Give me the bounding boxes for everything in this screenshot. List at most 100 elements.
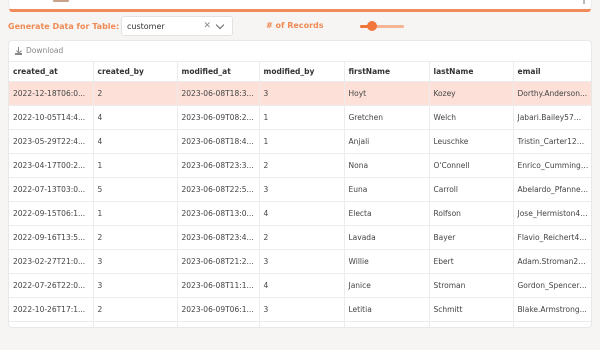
column-header[interactable]: email	[513, 61, 591, 82]
table-cell[interactable]: Hoyt	[344, 81, 430, 106]
table-cell[interactable]: 3	[259, 81, 345, 106]
table-row[interactable]: 2022-12-18T06:0... 2 2023-06-08T18:3... 3 Ho…	[9, 81, 591, 106]
column-header[interactable]: created_at	[9, 61, 94, 82]
table-cell[interactable]: Adam.Stroman28...	[513, 249, 591, 274]
table-cell[interactable]: 3	[93, 273, 178, 298]
table-cell[interactable]	[9, 321, 94, 327]
table-cell[interactable]: 4	[93, 129, 178, 154]
download-button[interactable]: Download	[15, 46, 63, 55]
table-cell[interactable]: Gordon_Spencer7...	[513, 273, 591, 298]
table-cell[interactable]	[177, 321, 260, 327]
column-header[interactable]: modified_at	[177, 61, 260, 82]
table-cell[interactable]: 4	[259, 273, 345, 298]
table-cell[interactable]: Electa	[344, 201, 430, 226]
table-cell[interactable]: Bayer	[429, 225, 514, 250]
table-row[interactable]: 2023-04-17T00:2... 1 2023-06-08T23:3... 2 No…	[9, 153, 591, 178]
table-cell[interactable]: 2	[259, 225, 345, 250]
table-cell[interactable]: 2023-05-29T22:4...	[9, 129, 94, 154]
table-cell[interactable]: 1	[259, 105, 345, 130]
column-header[interactable]: lastName	[429, 61, 514, 82]
column-header[interactable]: firstName	[344, 61, 430, 82]
table-cell[interactable]: 2022-12-18T06:0...	[9, 81, 94, 106]
table-cell[interactable]: Jose_Hermiston47...	[513, 201, 591, 226]
table-cell[interactable]: Jabari.Bailey57@h...	[513, 105, 591, 130]
table-row[interactable]: 2022-07-26T22:0... 3 2023-06-08T11:1... 4 Ja…	[9, 273, 591, 298]
table-cell[interactable]: 1	[259, 129, 345, 154]
chevron-down-icon[interactable]	[215, 20, 225, 29]
table-cell[interactable]	[93, 321, 178, 327]
table-select[interactable]: customer ✕	[121, 16, 233, 36]
table-cell[interactable]: 3	[259, 297, 345, 322]
table-cell[interactable]: Lavada	[344, 225, 430, 250]
table-cell[interactable]: Janice	[344, 273, 430, 298]
table-cell[interactable]: 1	[93, 153, 178, 178]
table-cell[interactable]: Stroman	[429, 273, 514, 298]
table-cell[interactable]: 2023-06-08T23:4...	[177, 225, 260, 250]
table-row[interactable]: 2022-07-13T03:0... 5 2023-06-08T22:5... 3 Eu…	[9, 177, 591, 202]
table-cell[interactable]	[259, 321, 345, 327]
table-cell[interactable]: O'Connell	[429, 153, 514, 178]
table-cell[interactable]: 2023-02-27T21:0...	[9, 249, 94, 274]
table-cell[interactable]: 3	[259, 249, 345, 274]
table-cell[interactable]: 2023-06-09T08:2...	[177, 105, 260, 130]
clear-icon[interactable]: ✕	[203, 21, 211, 31]
table-cell[interactable]: Abelardo_Pfanner...	[513, 177, 591, 202]
table-row[interactable]: 2023-02-27T21:0... 3 2023-06-08T21:2... 3 Wi…	[9, 249, 591, 274]
table-cell[interactable]	[429, 321, 514, 327]
table-cell[interactable]: 2022-09-15T06:1...	[9, 201, 94, 226]
table-cell[interactable]: 2023-06-08T18:3...	[177, 81, 260, 106]
table-cell[interactable]: 2023-06-08T13:0...	[177, 201, 260, 226]
table-cell[interactable]: Welch	[429, 105, 514, 130]
table-cell[interactable]: 2022-10-26T17:1...	[9, 297, 94, 322]
table-cell[interactable]: 2022-10-05T14:4...	[9, 105, 94, 130]
table-cell[interactable]: 2023-06-08T21:2...	[177, 249, 260, 274]
table-cell[interactable]: Tristin_Carter12@...	[513, 129, 591, 154]
table-cell[interactable]: 2	[259, 153, 345, 178]
table-cell[interactable]: Gretchen	[344, 105, 430, 130]
records-slider[interactable]	[360, 21, 404, 31]
table-cell[interactable]: 2	[93, 297, 178, 322]
table-cell[interactable]: Schmitt	[429, 297, 514, 322]
table-cell[interactable]: 2023-04-17T00:2...	[9, 153, 94, 178]
column-header[interactable]: modified_by	[259, 61, 345, 82]
table-cell[interactable]: 5	[93, 177, 178, 202]
table-row[interactable]: 2022-09-15T06:1... 1 2023-06-08T13:0... 4 El…	[9, 201, 591, 226]
table-cell[interactable]: 2023-06-08T11:1...	[177, 273, 260, 298]
table-cell[interactable]: Leuschke	[429, 129, 514, 154]
table-cell[interactable]: Letitia	[344, 297, 430, 322]
table-row[interactable]: 2022-10-26T17:1... 2 2023-06-09T06:1... 3 Le…	[9, 297, 591, 322]
table-cell[interactable]: Nona	[344, 153, 430, 178]
table-row[interactable]: 2022-09-16T13:5... 2 2023-06-08T23:4... 2 La…	[9, 225, 591, 250]
table-cell[interactable]: 3	[93, 249, 178, 274]
table-cell[interactable]: 2023-06-08T18:4...	[177, 129, 260, 154]
table-cell[interactable]	[344, 321, 430, 327]
table-cell[interactable]: Carroll	[429, 177, 514, 202]
table-cell[interactable]: 2	[93, 225, 178, 250]
collapse-handle-icon[interactable]	[53, 0, 69, 2]
table-cell[interactable]: Rolfson	[429, 201, 514, 226]
table-cell[interactable]: 2022-07-26T22:0...	[9, 273, 94, 298]
table-cell[interactable]: 2022-07-13T03:0...	[9, 177, 94, 202]
table-cell[interactable]: Willie	[344, 249, 430, 274]
table-row[interactable]	[9, 321, 591, 327]
table-cell[interactable]: Anjali	[344, 129, 430, 154]
table-cell[interactable]: Flavio_Reichert40...	[513, 225, 591, 250]
column-header[interactable]: created_by	[93, 61, 178, 82]
table-cell[interactable]: 2023-06-08T23:3...	[177, 153, 260, 178]
table-cell[interactable]: 2023-06-08T22:5...	[177, 177, 260, 202]
table-cell[interactable]: Euna	[344, 177, 430, 202]
table-cell[interactable]: 3	[259, 177, 345, 202]
slider-thumb[interactable]	[367, 21, 378, 31]
table-cell[interactable]: 4	[93, 105, 178, 130]
table-cell[interactable]: Enrico_Cummings...	[513, 153, 591, 178]
table-cell[interactable]: 4	[259, 201, 345, 226]
table-cell[interactable]: 1	[93, 201, 178, 226]
table-cell[interactable]: Dorthy.Anderson...	[513, 81, 591, 106]
table-row[interactable]: 2023-05-29T22:4... 4 2023-06-08T18:4... 1 An…	[9, 129, 591, 154]
table-cell[interactable]	[513, 321, 591, 327]
table-cell[interactable]: Ebert	[429, 249, 514, 274]
table-cell[interactable]: 2022-09-16T13:5...	[9, 225, 94, 250]
table-cell[interactable]: Kozey	[429, 81, 514, 106]
table-row[interactable]: 2022-10-05T14:4... 4 2023-06-09T08:2... 1 Gr…	[9, 105, 591, 130]
table-cell[interactable]: Blake.Armstrong...	[513, 297, 591, 322]
